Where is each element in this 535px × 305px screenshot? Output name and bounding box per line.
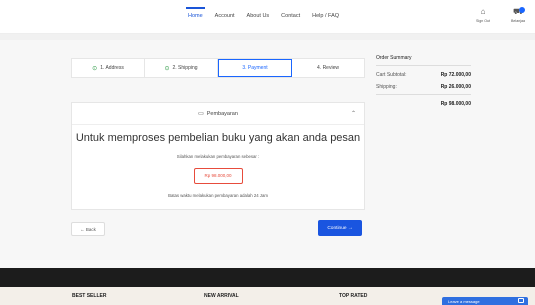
shipping-label: Shipping: bbox=[376, 84, 397, 90]
check-circle-icon: ⊙ bbox=[164, 65, 170, 72]
subtotal-value: Rp 72.000,00 bbox=[440, 72, 471, 78]
nav-about-us[interactable]: About Us bbox=[247, 13, 270, 19]
chat-icon bbox=[518, 298, 524, 303]
subtotal-label: Cart Subtotal: bbox=[376, 72, 407, 78]
step-address-label: 1. Address bbox=[100, 65, 124, 71]
nav-contact[interactable]: Contact bbox=[281, 13, 300, 19]
check-circle-icon: ⊙ bbox=[92, 65, 98, 72]
nav-account[interactable]: Account bbox=[215, 13, 235, 19]
checkout-steps: ⊙ 1. Address ⊙ 2. Shipping 3. Payment 4.… bbox=[71, 58, 365, 78]
chat-widget[interactable]: Leave a message bbox=[442, 297, 528, 305]
order-summary: Order Summary Cart Subtotal: Rp 72.000,0… bbox=[376, 55, 471, 107]
chat-widget-label: Leave a message bbox=[448, 299, 480, 304]
step-review-label: 4. Review bbox=[317, 65, 339, 71]
step-payment-label: 3. Payment bbox=[242, 65, 268, 71]
payment-deadline: Batas waktu melakukan pembayaran adalah … bbox=[168, 193, 268, 198]
footer-new-arrival[interactable]: NEW ARRIVAL bbox=[204, 293, 239, 299]
summary-divider bbox=[376, 94, 471, 95]
cart-label: Belanjaa bbox=[511, 19, 525, 23]
back-button[interactable]: ← Back bbox=[71, 222, 105, 236]
sign-out-button[interactable]: ⌂ Sign Out bbox=[470, 7, 496, 29]
main-nav: Home Account About Us Contact Help / FAQ bbox=[186, 7, 339, 19]
shipping-value: Rp 26.000,00 bbox=[440, 84, 471, 90]
step-address[interactable]: ⊙ 1. Address bbox=[72, 59, 145, 77]
wallet-icon: ▭ bbox=[198, 111, 204, 117]
step-shipping-label: 2. Shipping bbox=[172, 65, 198, 71]
payment-panel-body: Untuk memproses pembelian buku yang akan… bbox=[72, 132, 364, 198]
nav-home[interactable]: Home bbox=[186, 7, 205, 19]
step-review[interactable]: 4. Review bbox=[292, 59, 364, 77]
subtotal-row: Cart Subtotal: Rp 72.000,00 bbox=[376, 72, 471, 78]
continue-button[interactable]: Continue → bbox=[318, 220, 362, 236]
payment-amount: Rp 98.000,00 bbox=[193, 168, 243, 184]
cart-badge bbox=[519, 7, 525, 13]
nav-help-faq[interactable]: Help / FAQ bbox=[312, 13, 339, 19]
payment-panel: ▭ Pembayaran ⌃ Untuk memproses pembelian… bbox=[71, 102, 365, 210]
user-icon: ⌂ bbox=[480, 7, 486, 16]
total-value: Rp 98.000,00 bbox=[440, 101, 471, 107]
payment-instruction: Silahkan melakukan pembayaran sebesar : bbox=[176, 154, 260, 159]
cart-icon: ⛟ bbox=[512, 7, 524, 16]
sign-out-label: Sign Out bbox=[476, 19, 490, 23]
sub-header-strip bbox=[0, 34, 535, 40]
top-navbar: Home Account About Us Contact Help / FAQ… bbox=[0, 0, 535, 34]
cart-button[interactable]: ⛟ Belanjaa bbox=[505, 7, 531, 29]
step-shipping[interactable]: ⊙ 2. Shipping bbox=[145, 59, 218, 77]
shipping-row: Shipping: Rp 26.000,00 bbox=[376, 84, 471, 90]
footer-best-seller[interactable]: BEST SELLER bbox=[72, 293, 106, 299]
step-payment[interactable]: 3. Payment bbox=[218, 59, 292, 77]
footer-top-rated[interactable]: TOP RATED bbox=[339, 293, 367, 299]
footer-dark-band bbox=[0, 268, 535, 287]
order-summary-title: Order Summary bbox=[376, 55, 471, 66]
payment-panel-title: Pembayaran bbox=[206, 110, 238, 117]
payment-panel-header[interactable]: ▭ Pembayaran ⌃ bbox=[72, 103, 364, 125]
payment-headline: Untuk memproses pembelian buku yang akan… bbox=[75, 132, 361, 144]
chevron-up-icon[interactable]: ⌃ bbox=[351, 110, 356, 117]
